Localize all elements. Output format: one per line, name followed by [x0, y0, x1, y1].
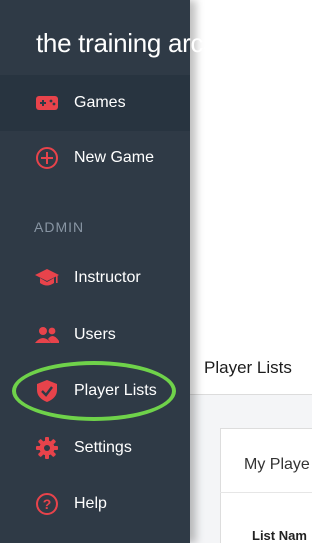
- gear-icon: [34, 435, 60, 461]
- sidebar-item-settings[interactable]: Settings: [0, 420, 190, 476]
- sidebar-item-games[interactable]: Games: [0, 75, 190, 131]
- brand-name: the training arcade ®: [36, 27, 254, 58]
- gamepad-icon: [34, 90, 60, 116]
- graduation-cap-icon: [34, 265, 60, 291]
- shield-check-icon: [34, 378, 60, 404]
- svg-text:?: ?: [43, 496, 52, 512]
- sidebar-item-label: Users: [74, 326, 116, 343]
- sidebar-item-new-game[interactable]: New Game: [0, 130, 190, 186]
- sidebar-item-help[interactable]: ? Help: [0, 476, 190, 532]
- sidebar-item-label: Settings: [74, 439, 132, 456]
- page-title: Player Lists: [204, 358, 292, 377]
- users-icon: [34, 322, 60, 348]
- sidebar-item-label: Games: [74, 94, 126, 111]
- sidebar: the training arcade ® Games New Game ADMI…: [0, 0, 254, 543]
- question-circle-icon: ?: [34, 491, 60, 517]
- column-header-list-name[interactable]: List Nam: [252, 528, 307, 543]
- sidebar-item-users[interactable]: Users: [0, 307, 190, 363]
- section-label-admin: ADMIN: [34, 219, 85, 235]
- sidebar-item-label: Help: [74, 495, 107, 512]
- player-lists-card: [220, 428, 312, 543]
- card-divider: [220, 492, 312, 493]
- brand[interactable]: the training arcade ®: [0, 0, 254, 86]
- sidebar-item-player-lists[interactable]: Player Lists: [0, 363, 190, 419]
- sidebar-item-label: New Game: [74, 149, 155, 166]
- sidebar-item-instructor[interactable]: Instructor: [0, 250, 190, 306]
- card-title: My Playe: [244, 456, 310, 473]
- content-viewport: Player Lists My Playe List Nam: [190, 0, 312, 543]
- plus-circle-icon: [34, 145, 60, 171]
- sidebar-item-label: Instructor: [74, 269, 141, 286]
- sidebar-item-label: Player Lists: [74, 382, 157, 399]
- main-content: Player Lists My Playe List Nam: [190, 0, 312, 543]
